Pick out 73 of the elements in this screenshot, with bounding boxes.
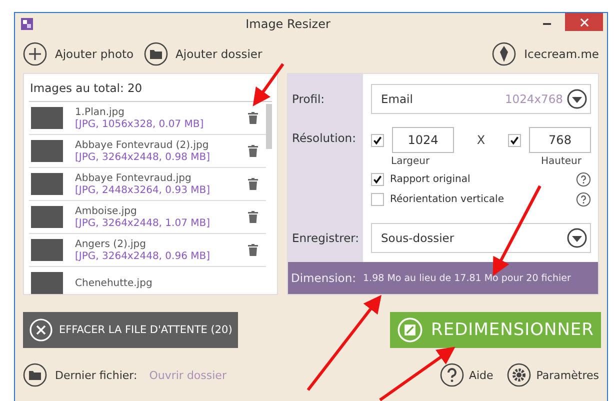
trash-icon[interactable] <box>248 112 258 124</box>
file-info: [JPG, 2448x3264, 0.93 MB] <box>75 185 211 196</box>
resize-icon <box>397 317 424 343</box>
height-input[interactable]: 768 <box>529 127 591 154</box>
website-link[interactable]: Icecream.me <box>492 42 599 66</box>
image-list-item[interactable]: Angers (2).jpg [JPG, 3264x2448, 0.96 MB] <box>29 234 266 267</box>
times-label: X <box>476 133 486 148</box>
photo-placeholder <box>31 206 63 228</box>
last-file-label: Dernier fichier: <box>55 368 138 382</box>
folder-icon[interactable] <box>23 363 47 387</box>
trash-icon[interactable] <box>248 244 258 256</box>
dropdown-icon <box>567 228 587 248</box>
settings-button[interactable]: Paramètres <box>507 363 599 387</box>
width-input[interactable]: 1024 <box>392 127 454 154</box>
image-count: Images au total: 20 <box>29 74 272 102</box>
trash-icon[interactable] <box>248 145 258 157</box>
save-dropdown[interactable]: Sous-dossier <box>371 223 591 254</box>
help-icon[interactable] <box>576 192 591 207</box>
option-checkbox[interactable] <box>371 172 384 186</box>
image-list-item[interactable]: Abbaye Fontevraud (2).jpg [JPG, 3264x2448, 0.98 MB] <box>29 135 266 168</box>
field-label: Profil: <box>291 92 326 106</box>
width-checkbox[interactable] <box>371 134 384 147</box>
profile-dropdown[interactable]: Email 1024x768 <box>371 84 591 114</box>
dropdown-icon <box>567 88 587 109</box>
file-name: 1.Plan.jpg <box>75 106 126 119</box>
height-label: Hauteur <box>541 156 582 167</box>
photo-placeholder <box>31 239 63 261</box>
photo-placeholder <box>31 173 63 195</box>
image-list-item[interactable]: Chenehutte.jpg <box>29 267 266 294</box>
folder-icon <box>144 42 168 66</box>
option-checkbox[interactable] <box>371 192 384 206</box>
add-folder-button[interactable]: Ajouter dossier <box>144 42 262 66</box>
image-list-item[interactable]: Amboise.jpg [JPG, 3264x2448, 1.07 MB] <box>29 201 266 234</box>
add-photo-button[interactable]: Ajouter photo <box>23 42 134 66</box>
close-icon <box>29 318 53 342</box>
file-name: Angers (2).jpg <box>75 238 147 251</box>
width-label: Largeur <box>391 156 431 167</box>
help-icon[interactable] <box>576 172 591 187</box>
option-label: Rapport original <box>390 174 472 185</box>
cone-icon <box>492 42 516 66</box>
help-icon <box>440 363 464 387</box>
dimension-label: Dimension: <box>291 271 356 285</box>
close-button[interactable] <box>565 13 603 31</box>
file-name: Amboise.jpg <box>75 205 138 218</box>
photo-placeholder <box>31 272 63 294</box>
annotation-arrow <box>252 63 284 106</box>
photo-placeholder <box>31 107 63 129</box>
image-list-item[interactable]: 1.Plan.jpg [JPG, 1056x328, 0.07 MB] <box>29 102 266 135</box>
file-info: [JPG, 3264x2448, 0.96 MB] <box>75 251 211 262</box>
dimension-value: 1.98 Mo au lieu de 17.81 Mo pour 20 fichier <box>363 272 571 284</box>
image-list-item[interactable]: Abbaye Fontevraud.jpg [JPG, 2448x3264, 0.93 MB] <box>29 168 266 201</box>
photo-placeholder <box>31 140 63 162</box>
app-logo-icon <box>21 18 33 30</box>
trash-icon[interactable] <box>248 178 258 190</box>
height-checkbox[interactable] <box>508 134 521 147</box>
scrollbar[interactable] <box>266 104 272 149</box>
file-info: [JPG, 3264x2448, 0.98 MB] <box>75 152 211 163</box>
close-icon <box>580 18 588 26</box>
clear-queue-button[interactable]: EFFACER LA FILE D'ATTENTE (20) <box>23 312 238 348</box>
file-name: Abbaye Fontevraud (2).jpg <box>75 139 210 152</box>
file-name: Chenehutte.jpg <box>75 276 154 290</box>
window-title: Image Resizer <box>244 17 332 31</box>
trash-icon[interactable] <box>248 211 258 223</box>
field-label: Résolution: <box>291 130 357 145</box>
gear-icon <box>507 363 532 387</box>
plus-icon <box>23 42 47 66</box>
help-button[interactable]: Aide <box>440 363 494 387</box>
file-info: [JPG, 1056x328, 0.07 MB] <box>75 119 205 130</box>
file-info: [JPG, 3264x2448, 1.07 MB] <box>75 218 211 229</box>
option-label: Réorientation verticale <box>390 194 505 205</box>
field-label: Enregistrer: <box>291 231 360 246</box>
file-name: Abbaye Fontevraud.jpg <box>75 172 192 185</box>
minimize-icon[interactable] <box>543 23 551 25</box>
